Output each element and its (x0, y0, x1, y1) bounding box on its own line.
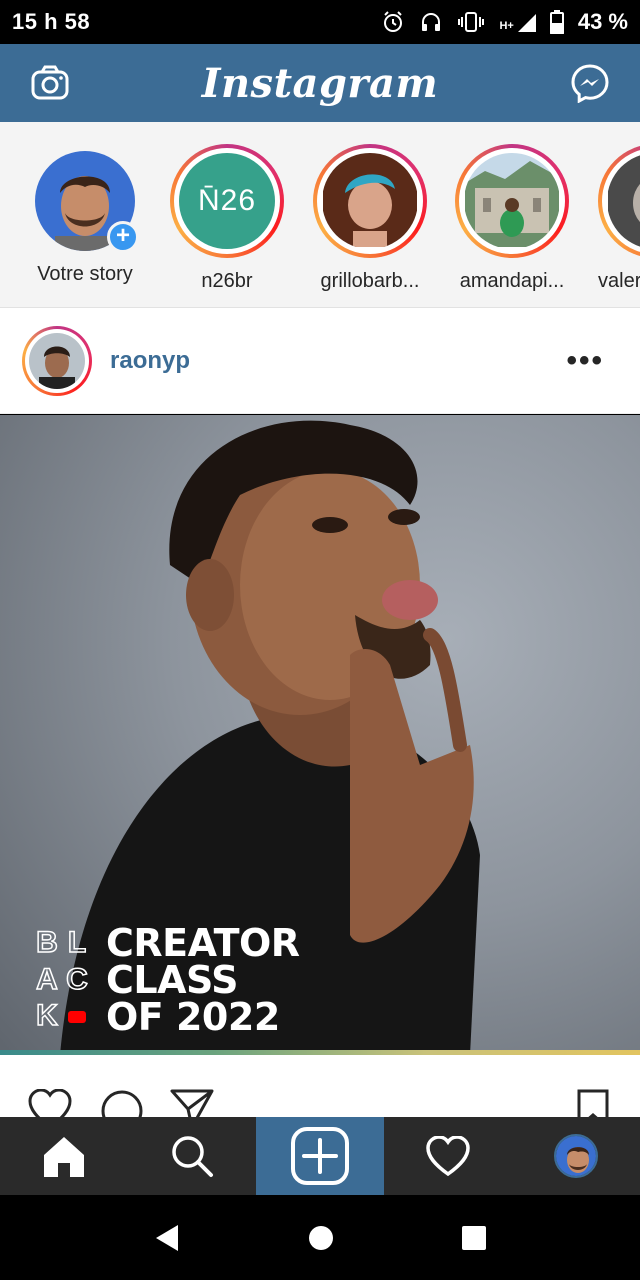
direct-messages-button[interactable] (568, 61, 612, 105)
story-name: valer (598, 270, 640, 292)
story-avatar (464, 153, 560, 249)
comment-icon[interactable] (100, 1089, 144, 1117)
camera-button[interactable] (28, 61, 72, 105)
post-author-avatar[interactable] (22, 325, 92, 396)
nav-activity[interactable] (384, 1117, 512, 1195)
post-header: raonyp ••• (0, 308, 640, 414)
alarm-icon (384, 11, 403, 32)
top-app-bar: Instagram (0, 44, 640, 122)
overlay-line: CREATOR (106, 921, 300, 965)
black-creator-logo: B L A C K (32, 925, 92, 1035)
nav-profile[interactable] (512, 1117, 640, 1195)
recents-square-icon[interactable] (460, 1224, 488, 1252)
add-story-plus-icon[interactable]: + (107, 221, 139, 253)
home-circle-icon[interactable] (307, 1224, 335, 1252)
story-valer[interactable]: valer (590, 144, 640, 293)
story-avatar (322, 153, 418, 249)
profile-avatar (554, 1134, 598, 1178)
logo-letter: K (35, 999, 58, 1033)
nav-home[interactable] (0, 1117, 128, 1195)
nav-search[interactable] (128, 1117, 256, 1195)
overlay-line: CLASS (106, 958, 239, 1002)
instagram-logo: Instagram (201, 59, 439, 107)
home-icon (44, 1137, 84, 1177)
story-name: amandapi... (459, 270, 565, 292)
post-username[interactable]: raonyp (110, 347, 190, 375)
battery-percentage: 43 % (577, 9, 628, 34)
story-name: grillobarb... (320, 270, 420, 292)
post-more-options-icon[interactable]: ••• (566, 344, 618, 378)
n26-logo: N̄26 (197, 184, 257, 217)
network-type: H+ (499, 20, 514, 32)
story-name: Votre story (37, 263, 133, 285)
story-ring: N̄26 (170, 144, 284, 258)
story-ring-inner (317, 148, 423, 254)
battery-icon (549, 10, 564, 34)
status-time: 15 h 58 (12, 9, 91, 34)
overlay-headline: CREATOR CLASS OF 2022 (106, 921, 300, 1039)
add-icon (291, 1127, 349, 1185)
story-ring (598, 144, 640, 258)
story-name: n26br (201, 270, 253, 292)
post-actions (0, 1055, 640, 1117)
story-ring-inner (602, 148, 640, 254)
status-bar: 15 h 58 H+ 43 % (0, 0, 640, 44)
story-grillobarb[interactable]: grillobarb... (305, 144, 435, 293)
story-ring (455, 144, 569, 258)
search-icon (172, 1136, 213, 1177)
post-overlay-caption: B L A C K CREATOR CLASS OF 2022 (32, 921, 300, 1039)
story-ring-inner: N̄26 (174, 148, 280, 254)
story-ring (313, 144, 427, 258)
logo-letter: B (35, 925, 58, 959)
overlay-line: OF 2022 (106, 995, 280, 1039)
youtube-icon (68, 1011, 86, 1023)
story-amandapi[interactable]: amandapi... (447, 144, 577, 293)
story-own[interactable]: + Votre story (20, 144, 150, 286)
like-heart-icon[interactable] (28, 1089, 72, 1117)
logo-letter: L (67, 925, 87, 959)
status-icons: H+ 43 % (381, 9, 628, 35)
headphones-icon (422, 13, 441, 31)
messenger-icon (571, 64, 609, 103)
story-ring-inner (459, 148, 565, 254)
back-icon[interactable] (152, 1223, 182, 1253)
heart-icon (426, 1136, 470, 1176)
own-story-avatar: + (35, 151, 139, 253)
logo-letter: A (35, 962, 58, 996)
bottom-navigation (0, 1117, 640, 1195)
stories-tray: + Votre story N̄26 n26br grillobarb... a… (0, 122, 640, 308)
avatar-ring-inner (25, 328, 89, 393)
save-bookmark-icon[interactable] (576, 1089, 610, 1117)
nav-new-post[interactable] (256, 1117, 384, 1195)
logo-letter: C (65, 962, 88, 996)
vibrate-icon (458, 12, 485, 32)
story-n26br[interactable]: N̄26 n26br (162, 144, 292, 293)
post-image[interactable]: B L A C K CREATOR CLASS OF 2022 (0, 415, 640, 1055)
share-paper-plane-icon[interactable] (170, 1089, 214, 1117)
signal-icon (517, 14, 536, 32)
avatar (29, 332, 85, 389)
system-navigation-bar (0, 1195, 640, 1280)
camera-icon (31, 65, 69, 100)
story-avatar (607, 153, 640, 249)
story-avatar: N̄26 (179, 153, 275, 249)
